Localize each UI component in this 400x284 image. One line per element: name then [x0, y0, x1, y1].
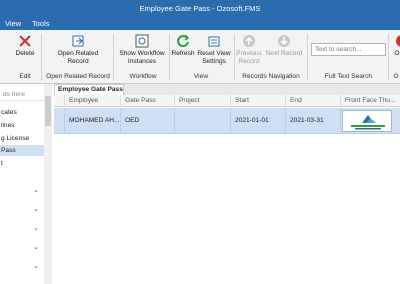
group-edit: Edit — [19, 73, 31, 80]
arrow-up-icon — [243, 35, 255, 47]
column-header-start[interactable]: Start — [230, 95, 285, 107]
partial-right-button[interactable]: O — [392, 34, 400, 58]
column-header-end[interactable]: End — [285, 95, 340, 107]
tab-employee-gate-pass[interactable]: Employee Gate Pass — [54, 84, 124, 95]
separator — [41, 34, 42, 80]
scrollbar-thumb[interactable] — [45, 96, 51, 126]
nav-item[interactable]: cates — [0, 107, 44, 118]
nav-item[interactable]: g License — [0, 133, 44, 144]
separator — [113, 34, 114, 80]
grid-header: Employee Gate Pass Project Start End Fro… — [54, 95, 400, 107]
group-view: View — [193, 73, 209, 80]
cell-end: 2021-03-31 — [285, 108, 340, 134]
group-records-navigation: Records Navigation — [242, 73, 300, 80]
navigation-panel: ds here cates lines g License Pass t ⌄ ⌄… — [0, 84, 52, 284]
thumbnail-logo-icon — [351, 115, 385, 130]
gate-pass-thumbnail-image[interactable] — [342, 110, 392, 132]
chevron-down-icon[interactable]: ⌄ — [33, 263, 41, 271]
menu-tools[interactable]: Tools — [32, 19, 50, 28]
delete-button[interactable]: Delete — [13, 34, 37, 58]
previous-record-button[interactable]: Previous Record — [236, 34, 262, 66]
column-header-front-face-thumbnail[interactable]: Front Face Thu... — [340, 95, 400, 107]
ribbon: Delete Open Related Record Show Workflow… — [0, 30, 400, 84]
chevron-down-icon[interactable]: ⌄ — [33, 187, 41, 195]
column-header-project[interactable]: Project — [174, 95, 230, 107]
separator — [169, 34, 170, 80]
reset-view-icon — [208, 36, 220, 47]
cell-employee: MOHAMED AH... — [64, 108, 120, 134]
nav-item[interactable]: t — [0, 158, 44, 169]
group-full-text-search: Full Text Search — [324, 73, 373, 80]
chevron-down-icon[interactable]: ⌄ — [33, 206, 41, 214]
previous-record-label: Previous Record — [236, 50, 262, 65]
title-bar: Employee Gate Pass - Ozosoft.FMS — [0, 0, 400, 18]
records-grid: Employee Gate Pass Project Start End Fro… — [54, 95, 400, 284]
column-header-employee[interactable]: Employee — [64, 95, 120, 107]
separator — [388, 34, 389, 80]
chevron-down-icon[interactable]: ⌄ — [33, 225, 41, 233]
cell-project — [174, 108, 230, 134]
nav-scrollbar[interactable] — [44, 84, 52, 284]
search-input[interactable] — [312, 44, 385, 55]
delete-label: Delete — [15, 50, 35, 57]
open-related-record-label: Open Related Record — [57, 50, 99, 65]
nav-item[interactable]: lines — [0, 120, 44, 131]
group-partial: O — [393, 73, 399, 80]
separator — [307, 34, 308, 80]
window-title: Employee Gate Pass - Ozosoft.FMS — [139, 4, 261, 13]
menu-bar: View Tools — [0, 18, 400, 30]
cell-start: 2021-01-01 — [230, 108, 285, 134]
nav-item-selected[interactable]: Pass — [0, 145, 44, 156]
reset-view-settings-button[interactable]: Reset View Settings — [196, 34, 232, 66]
column-header-gate-pass[interactable]: Gate Pass — [120, 95, 174, 107]
workflow-icon — [135, 34, 149, 48]
next-record-button[interactable]: Next Record — [264, 34, 304, 58]
group-open-related-record: Open Related Record — [46, 73, 110, 80]
delete-x-icon — [19, 35, 31, 47]
document-tab-bar: Employee Gate Pass — [54, 84, 400, 95]
full-text-search-box[interactable] — [311, 43, 386, 56]
open-record-icon — [72, 35, 84, 47]
next-record-label: Next Record — [265, 50, 303, 57]
chevron-down-icon[interactable]: ⌄ — [33, 244, 41, 252]
open-related-record-button[interactable]: Open Related Record — [56, 34, 100, 66]
refresh-label: Refresh — [171, 50, 195, 57]
partial-right-label: O — [394, 50, 400, 57]
show-workflow-instances-button[interactable]: Show Workflow Instances — [117, 34, 167, 66]
refresh-button[interactable]: Refresh — [171, 34, 195, 58]
cell-gate-pass: OED — [120, 108, 174, 134]
separator — [234, 34, 235, 80]
show-workflow-instances-label: Show Workflow Instances — [119, 50, 165, 65]
group-workflow: Workflow — [129, 73, 157, 80]
menu-view[interactable]: View — [5, 19, 21, 28]
arrow-down-icon — [278, 35, 290, 47]
reset-view-settings-label: Reset View Settings — [197, 50, 231, 65]
refresh-icon — [177, 34, 190, 48]
partial-icon — [396, 35, 400, 47]
